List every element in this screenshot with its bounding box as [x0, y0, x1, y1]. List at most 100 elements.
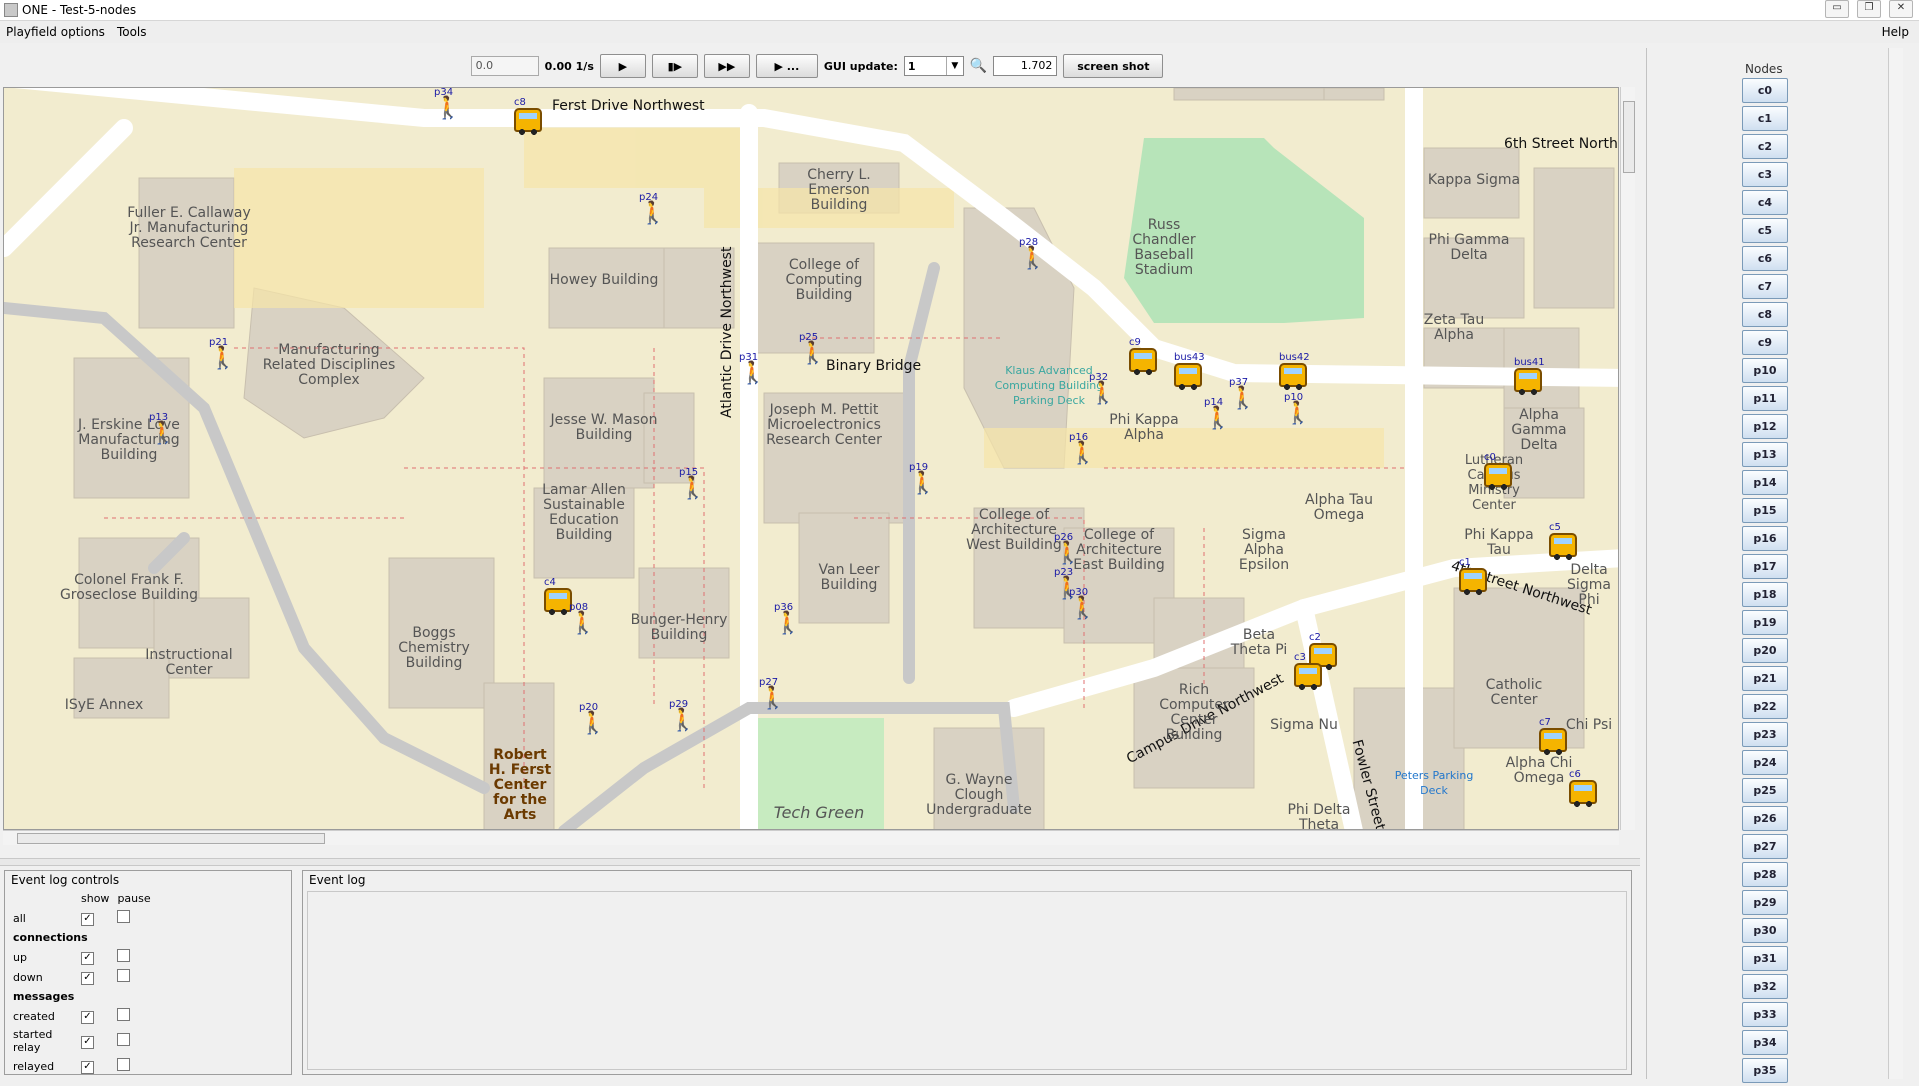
node-button[interactable]: c6 [1742, 246, 1788, 271]
screenshot-button[interactable]: screen shot [1063, 54, 1164, 78]
node-marker[interactable]: c5 [1549, 523, 1577, 560]
pause-checkbox[interactable] [117, 949, 131, 962]
step-button[interactable]: ▮▶ [651, 54, 698, 78]
node-button[interactable]: p18 [1742, 582, 1788, 607]
node-button[interactable]: p23 [1742, 722, 1788, 747]
show-checkbox[interactable]: ✓ [81, 1060, 94, 1074]
show-checkbox[interactable]: ✓ [81, 912, 94, 926]
chevron-down-icon[interactable]: ▼ [945, 57, 963, 75]
event-log-area[interactable] [307, 891, 1627, 1070]
node-marker[interactable]: bus42 [1279, 353, 1310, 390]
node-button[interactable]: p19 [1742, 610, 1788, 635]
pause-checkbox[interactable] [117, 969, 131, 982]
node-button[interactable]: p16 [1742, 526, 1788, 551]
pause-checkbox[interactable] [117, 910, 131, 923]
pause-checkbox[interactable] [117, 1033, 131, 1046]
nodes-scrollbar[interactable] [1888, 48, 1903, 1079]
show-checkbox[interactable]: ✓ [81, 1010, 94, 1024]
show-checkbox[interactable]: ✓ [81, 1035, 94, 1049]
map-vertical-scrollbar[interactable] [1620, 87, 1635, 830]
node-button[interactable]: p11 [1742, 386, 1788, 411]
play-button[interactable]: ▶ [599, 54, 646, 78]
pane-splitter[interactable] [0, 858, 1640, 866]
node-button[interactable]: p12 [1742, 414, 1788, 439]
playfield-map[interactable]: Ferst Drive Northwest Atlantic Drive Nor… [3, 87, 1619, 830]
node-marker[interactable]: p20 🚶 [579, 703, 606, 735]
pause-checkbox[interactable] [117, 1058, 131, 1071]
node-button[interactable]: p10 [1742, 358, 1788, 383]
node-marker[interactable]: bus41 [1514, 358, 1545, 395]
node-marker[interactable]: p31 🚶 [739, 353, 766, 385]
node-button[interactable]: p31 [1742, 946, 1788, 971]
node-marker[interactable]: p16 🚶 [1069, 433, 1096, 465]
show-checkbox[interactable]: ✓ [81, 971, 94, 985]
node-button[interactable]: c7 [1742, 274, 1788, 299]
node-button[interactable]: p25 [1742, 778, 1788, 803]
node-button[interactable]: p27 [1742, 834, 1788, 859]
restore-icon[interactable]: ❐ [1857, 0, 1881, 18]
scroll-thumb[interactable] [17, 833, 325, 844]
node-button[interactable]: c8 [1742, 302, 1788, 327]
play-until-button[interactable]: ▶ ... [755, 54, 818, 78]
node-marker[interactable]: c6 [1569, 770, 1597, 807]
menu-help[interactable]: Help [1876, 25, 1915, 39]
node-button[interactable]: c5 [1742, 218, 1788, 243]
node-marker[interactable]: p08 🚶 [569, 603, 596, 635]
node-marker[interactable]: p13 🚶 [149, 413, 176, 445]
node-button[interactable]: c0 [1742, 78, 1788, 103]
close-icon[interactable]: ✕ [1889, 0, 1913, 18]
pause-checkbox[interactable] [117, 1008, 131, 1021]
node-marker[interactable]: p10 🚶 [1284, 393, 1311, 425]
node-marker[interactable]: p14 🚶 [1204, 398, 1231, 430]
fast-forward-button[interactable]: ▶▶ [703, 54, 750, 78]
node-button[interactable]: p20 [1742, 638, 1788, 663]
node-button[interactable]: p30 [1742, 918, 1788, 943]
node-marker[interactable]: c9 [1129, 338, 1157, 375]
node-marker[interactable]: p25 🚶 [799, 333, 826, 365]
node-button[interactable]: p28 [1742, 862, 1788, 887]
show-checkbox[interactable]: ✓ [81, 951, 94, 965]
node-marker[interactable]: p29 🚶 [669, 700, 696, 732]
node-button[interactable]: p21 [1742, 666, 1788, 691]
node-button[interactable]: p13 [1742, 442, 1788, 467]
node-marker[interactable]: c8 [514, 98, 542, 135]
node-marker[interactable]: p24 🚶 [639, 193, 666, 225]
node-button[interactable]: p17 [1742, 554, 1788, 579]
node-button[interactable]: p34 [1742, 1030, 1788, 1055]
scroll-thumb[interactable] [1623, 101, 1635, 173]
node-marker[interactable]: c7 [1539, 718, 1567, 755]
node-button[interactable]: p26 [1742, 806, 1788, 831]
node-button[interactable]: p24 [1742, 750, 1788, 775]
node-button[interactable]: p22 [1742, 694, 1788, 719]
node-marker[interactable]: p34 🚶 [434, 88, 461, 120]
gui-update-select[interactable]: 1 ▼ [903, 56, 964, 76]
node-marker[interactable]: p32 🚶 [1089, 373, 1116, 405]
node-button[interactable]: p29 [1742, 890, 1788, 915]
node-button[interactable]: c2 [1742, 134, 1788, 159]
node-marker[interactable]: p30 🚶 [1069, 588, 1096, 620]
node-button[interactable]: c4 [1742, 190, 1788, 215]
map-horizontal-scrollbar[interactable] [3, 830, 1619, 845]
node-button[interactable]: p32 [1742, 974, 1788, 999]
node-marker[interactable]: p37 🚶 [1229, 378, 1256, 410]
node-button[interactable]: p14 [1742, 470, 1788, 495]
node-marker[interactable]: c4 [544, 578, 572, 615]
node-marker[interactable]: p21 🚶 [209, 338, 236, 370]
node-marker[interactable]: p26 🚶 [1054, 533, 1081, 565]
node-button[interactable]: c9 [1742, 330, 1788, 355]
node-button[interactable]: c1 [1742, 106, 1788, 131]
minimize-icon[interactable]: ▭ [1825, 0, 1849, 18]
node-marker[interactable]: c0 [1484, 453, 1512, 490]
node-button[interactable]: p35 [1742, 1058, 1788, 1083]
node-marker[interactable]: p27 🚶 [759, 678, 786, 710]
menu-tools[interactable]: Tools [111, 25, 153, 39]
node-marker[interactable]: p19 🚶 [909, 463, 936, 495]
node-marker[interactable]: p36 🚶 [774, 603, 801, 635]
node-marker[interactable]: p28 🚶 [1019, 238, 1046, 270]
node-marker[interactable]: c3 [1294, 653, 1322, 690]
node-marker[interactable]: p15 🚶 [679, 468, 706, 500]
zoom-spinner[interactable]: 1.702 [993, 56, 1058, 76]
node-button[interactable]: c3 [1742, 162, 1788, 187]
node-marker[interactable]: bus43 [1174, 353, 1205, 390]
node-button[interactable]: p15 [1742, 498, 1788, 523]
